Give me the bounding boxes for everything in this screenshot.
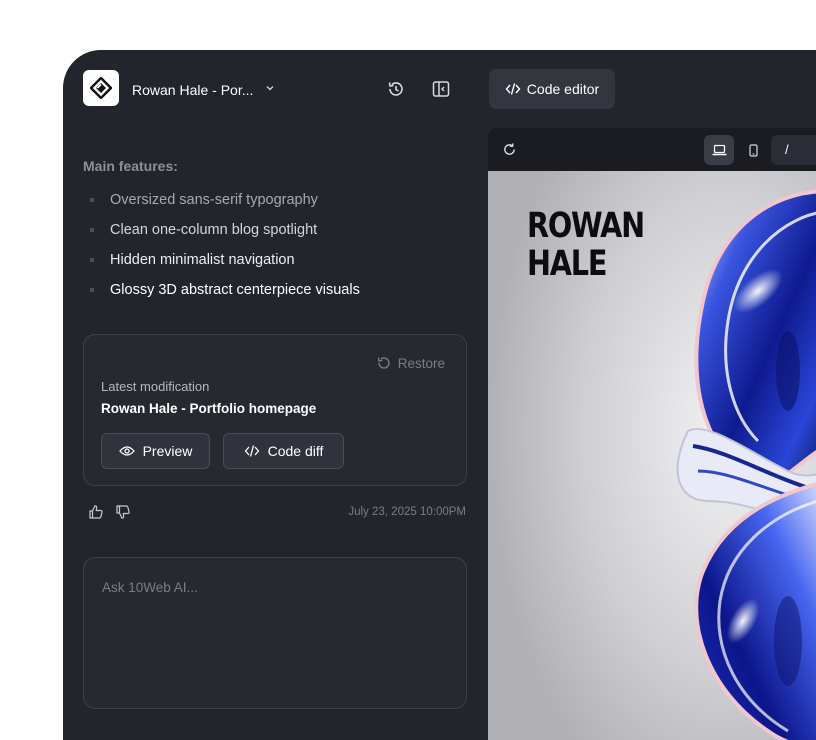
restore-button[interactable]: Restore <box>376 355 445 371</box>
features-title: Main features: <box>83 158 178 174</box>
site-title: ROWAN HALE <box>527 206 645 284</box>
desktop-view-button[interactable] <box>704 135 734 165</box>
preview-toolbar: / <box>488 128 816 171</box>
feature-item: Oversized sans-serif typography <box>83 189 360 219</box>
prompt-box <box>83 557 467 709</box>
preview-label: Preview <box>142 443 193 459</box>
refresh-icon[interactable] <box>502 142 517 157</box>
code-diff-button[interactable]: Code diff <box>223 433 344 469</box>
project-title[interactable]: Rowan Hale - Por... <box>132 82 253 98</box>
app-logo[interactable] <box>83 70 119 106</box>
sidebar-toggle-icon[interactable] <box>431 79 451 99</box>
history-icon[interactable] <box>386 79 406 99</box>
eye-icon <box>118 446 135 456</box>
preview-button[interactable]: Preview <box>101 433 210 469</box>
url-field[interactable]: / <box>771 135 816 165</box>
restore-label: Restore <box>397 355 445 371</box>
message-timestamp: July 23, 2025 10:00PM <box>348 506 466 518</box>
code-icon <box>244 445 259 457</box>
features-list: Oversized sans-serif typography Clean on… <box>83 189 360 309</box>
modification-title: Rowan Hale - Portfolio homepage <box>101 401 317 416</box>
code-diff-label: Code diff <box>267 443 324 459</box>
code-icon <box>505 83 521 95</box>
phone-icon <box>748 143 758 157</box>
prompt-input[interactable] <box>100 578 444 682</box>
mobile-view-button[interactable] <box>738 135 768 165</box>
feature-item: Clean one-column blog spotlight <box>83 219 360 249</box>
app-window: Rowan Hale - Por... Code editor Main fea… <box>63 50 816 740</box>
code-editor-button[interactable]: Code editor <box>489 69 615 109</box>
preview-pane: / ROWAN HALE <box>488 128 816 740</box>
restore-icon <box>377 357 390 369</box>
thumbs-down-icon[interactable] <box>115 504 131 520</box>
website-preview: ROWAN HALE <box>488 171 816 740</box>
modification-label: Latest modification <box>101 379 210 394</box>
laptop-icon <box>712 144 726 156</box>
feature-item: Glossy 3D abstract centerpiece visuals <box>83 279 360 309</box>
diamond-logo-icon <box>90 77 112 99</box>
thumbs-up-icon[interactable] <box>88 504 104 520</box>
feature-item: Hidden minimalist navigation <box>83 249 360 279</box>
code-editor-label: Code editor <box>526 81 600 97</box>
latest-modification-card: Restore Latest modification Rowan Hale -… <box>83 334 467 486</box>
chevron-down-icon[interactable] <box>264 82 276 94</box>
